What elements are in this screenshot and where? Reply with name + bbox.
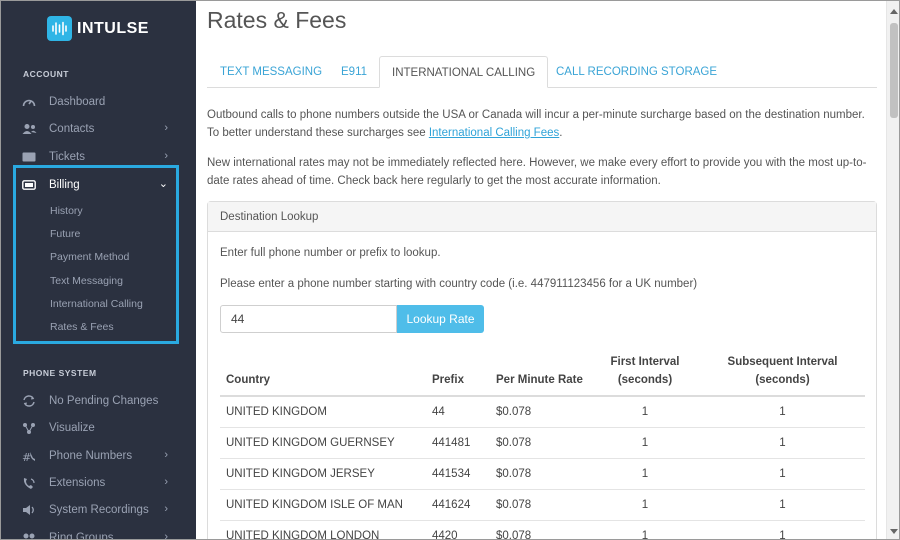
rates-notice: New international rates may not be immed… [207, 157, 867, 187]
col-subsequent-interval: Subsequent Interval (seconds) [700, 349, 865, 397]
table-row: UNITED KINGDOM 44 $0.078 1 1 [220, 395, 865, 427]
table-cell: 1 [590, 488, 700, 520]
table-cell: $0.078 [490, 426, 590, 458]
logo-waveform-icon [47, 16, 72, 41]
chevron-right-icon: › [164, 122, 168, 134]
sidebar-item-label: Ring Groups [49, 532, 114, 540]
sidebar-item-label: No Pending Changes [49, 395, 159, 407]
table-cell: 1 [700, 488, 865, 520]
table-cell: 4420 [426, 519, 490, 539]
col-first-interval: First Interval (seconds) [590, 349, 700, 397]
sidebar-item-label: Phone Numbers [49, 450, 133, 462]
sidebar-item-label: System Recordings [49, 504, 149, 516]
contacts-icon [21, 121, 37, 137]
table-cell: UNITED KINGDOM LONDON [220, 519, 426, 539]
scrollbar-thumb[interactable] [890, 23, 898, 118]
table-cell: 1 [590, 426, 700, 458]
page-title: Rates & Fees [207, 7, 347, 33]
table-cell: 1 [700, 457, 865, 489]
table-row: UNITED KINGDOM GUERNSEY 441481 $0.078 1 1 [220, 426, 865, 458]
table-cell: 441534 [426, 457, 490, 489]
sidebar-item-pending-changes[interactable]: No Pending Changes [21, 390, 176, 412]
sidebar-item-label: Tickets [49, 151, 85, 163]
phone-lookup-input[interactable] [220, 305, 397, 333]
sidebar-item-label: Visualize [49, 422, 95, 434]
recordings-icon [21, 502, 37, 518]
table-row: UNITED KINGDOM LONDON 4420 $0.078 1 1 [220, 519, 865, 539]
brand-logo[interactable]: INTULSE [47, 16, 149, 41]
sidebar-item-system-recordings[interactable]: System Recordings › [21, 499, 176, 521]
lookup-format-hint: Please enter a phone number starting wit… [220, 278, 698, 290]
sidebar-item-extensions[interactable]: Extensions › [21, 472, 176, 494]
surcharge-description: Outbound calls to phone numbers outside … [207, 106, 877, 142]
sidebar-item-phone-numbers[interactable]: # Phone Numbers › [21, 445, 176, 467]
table-cell: 441624 [426, 488, 490, 520]
table-cell: $0.078 [490, 457, 590, 489]
table-cell: UNITED KINGDOM JERSEY [220, 457, 426, 489]
destination-lookup-card: Destination Lookup Enter full phone numb… [207, 201, 877, 539]
billing-highlight-box [13, 165, 179, 344]
col-prefix: Prefix [426, 349, 490, 397]
vertical-scrollbar[interactable] [886, 1, 899, 539]
section-phone-system-label: PHONE SYSTEM [23, 368, 97, 378]
ticket-icon [21, 149, 37, 165]
sync-icon [21, 393, 37, 409]
app-window: INTULSE ACCOUNT Dashboard Contacts › Tic… [0, 0, 900, 540]
ring-groups-icon [21, 530, 37, 539]
tab-e911[interactable]: E911 [329, 56, 379, 88]
table-cell: 1 [590, 519, 700, 539]
scroll-up-arrow-icon[interactable] [890, 9, 898, 14]
table-cell: 44 [426, 395, 490, 427]
table-cell: $0.078 [490, 519, 590, 539]
extensions-icon [21, 475, 37, 491]
tab-bar: TEXT MESSAGING E911 INTERNATIONAL CALLIN… [207, 56, 877, 88]
tab-text-messaging[interactable]: TEXT MESSAGING [208, 56, 334, 88]
table-cell: 1 [700, 426, 865, 458]
table-cell: 1 [590, 457, 700, 489]
card-header: Destination Lookup [208, 202, 876, 232]
surcharge-text-end: . [559, 127, 563, 139]
lookup-hint: Enter full phone number or prefix to loo… [220, 247, 441, 259]
sidebar-item-visualize[interactable]: Visualize [21, 417, 176, 439]
scroll-down-arrow-icon[interactable] [890, 529, 898, 534]
table-header-row: Country Prefix Per Minute Rate First Int… [220, 349, 865, 397]
main-content: Rates & Fees TEXT MESSAGING E911 INTERNA… [196, 1, 886, 539]
table-cell: UNITED KINGDOM ISLE OF MAN [220, 488, 426, 520]
sidebar-item-ring-groups[interactable]: Ring Groups › [21, 527, 176, 540]
table-row: UNITED KINGDOM JERSEY 441534 $0.078 1 1 [220, 457, 865, 489]
table-row: UNITED KINGDOM ISLE OF MAN 441624 $0.078 1 1 [220, 488, 865, 520]
phone-numbers-icon: # [21, 448, 37, 464]
sidebar-item-label: Dashboard [49, 96, 106, 108]
sidebar-item-dashboard[interactable]: Dashboard [21, 91, 176, 113]
sidebar: INTULSE ACCOUNT Dashboard Contacts › Tic… [1, 1, 196, 540]
table-cell: 1 [700, 519, 865, 539]
svg-text:#: # [22, 451, 31, 463]
col-country: Country [220, 349, 426, 397]
table-cell: $0.078 [490, 488, 590, 520]
brand-name: INTULSE [77, 19, 149, 37]
table-cell: UNITED KINGDOM [220, 395, 426, 427]
table-cell: 1 [590, 395, 700, 427]
sidebar-item-label: Contacts [49, 123, 95, 135]
visualize-icon [21, 420, 37, 436]
col-per-minute-rate: Per Minute Rate [490, 349, 590, 397]
sidebar-item-contacts[interactable]: Contacts › [21, 118, 176, 140]
chevron-right-icon: › [164, 531, 168, 540]
chevron-right-icon: › [164, 449, 168, 461]
lookup-rate-button[interactable]: Lookup Rate [397, 305, 484, 333]
rates-table: Country Prefix Per Minute Rate First Int… [220, 349, 865, 539]
speedometer-icon [21, 94, 37, 110]
chevron-right-icon: › [164, 476, 168, 488]
tab-international-calling[interactable]: INTERNATIONAL CALLING [379, 56, 549, 88]
sidebar-item-label: Extensions [49, 477, 106, 489]
table-cell: 441481 [426, 426, 490, 458]
table-cell: UNITED KINGDOM GUERNSEY [220, 426, 426, 458]
table-cell: 1 [700, 395, 865, 427]
table-cell: $0.078 [490, 395, 590, 427]
international-calling-fees-link[interactable]: International Calling Fees [429, 127, 559, 139]
section-account-label: ACCOUNT [23, 69, 69, 79]
tab-call-recording-storage[interactable]: CALL RECORDING STORAGE [544, 56, 729, 88]
chevron-right-icon: › [164, 150, 168, 162]
chevron-right-icon: › [164, 503, 168, 515]
